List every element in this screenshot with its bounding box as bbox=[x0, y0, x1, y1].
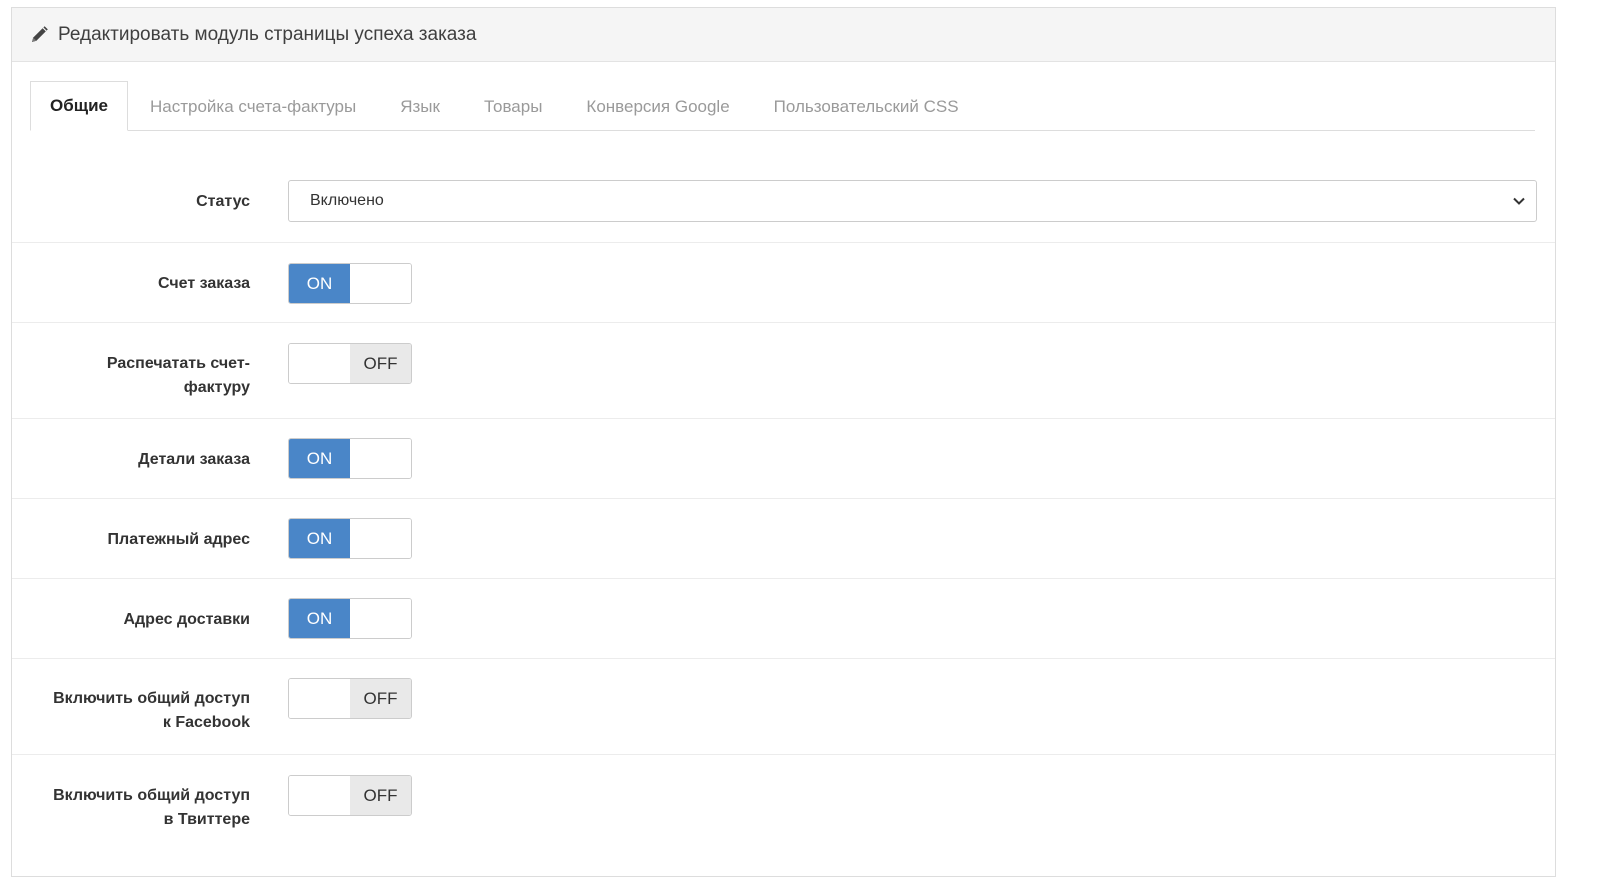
tab-products[interactable]: Товары bbox=[462, 82, 564, 130]
facebook-share-label-line2: к Facebook bbox=[162, 714, 250, 731]
form-row-order-details: Детали заказа ON bbox=[12, 419, 1555, 499]
toggle-on-segment: ON bbox=[289, 439, 350, 478]
twitter-share-label-line2: в Твиттере bbox=[163, 811, 250, 828]
shipping-address-toggle[interactable]: ON bbox=[288, 598, 412, 639]
tab-google-conversion[interactable]: Конверсия Google bbox=[564, 82, 751, 130]
print-invoice-label-line1: Распечатать счет- bbox=[106, 355, 250, 372]
form-row-billing-address: Платежный адрес ON bbox=[12, 499, 1555, 579]
status-select[interactable]: Включено bbox=[288, 180, 1537, 222]
billing-address-toggle[interactable]: ON bbox=[288, 518, 412, 559]
toggle-on-segment: ON bbox=[289, 599, 350, 638]
billing-address-label: Платежный адрес bbox=[12, 528, 250, 552]
order-account-toggle[interactable]: ON bbox=[288, 263, 412, 304]
module-edit-panel: Редактировать модуль страницы успеха зак… bbox=[11, 7, 1556, 877]
twitter-share-label: Включить общий доступ в Твиттере bbox=[12, 784, 250, 832]
form-rows: Статус Включено Счет заказа ON Распечата… bbox=[12, 158, 1555, 851]
toggle-on-segment: ON bbox=[289, 519, 350, 558]
twitter-share-label-line1: Включить общий доступ bbox=[53, 787, 250, 804]
toggle-blank-segment bbox=[289, 776, 350, 815]
billing-address-label-text: Платежный адрес bbox=[107, 531, 250, 548]
facebook-share-toggle[interactable]: OFF bbox=[288, 678, 412, 719]
toggle-on-segment: ON bbox=[289, 264, 350, 303]
facebook-share-label-line1: Включить общий доступ bbox=[53, 690, 250, 707]
order-details-label: Детали заказа bbox=[12, 448, 250, 472]
print-invoice-label-line2: фактуру bbox=[183, 379, 250, 396]
pencil-icon bbox=[30, 25, 48, 44]
page-title: Редактировать модуль страницы успеха зак… bbox=[58, 23, 477, 45]
twitter-share-toggle[interactable]: OFF bbox=[288, 775, 412, 816]
toggle-off-segment: OFF bbox=[350, 344, 411, 383]
chevron-down-icon bbox=[1512, 194, 1526, 208]
form-row-twitter-share: Включить общий доступ в Твиттере OFF bbox=[12, 755, 1555, 851]
print-invoice-toggle[interactable]: OFF bbox=[288, 343, 412, 384]
tab-custom-css[interactable]: Пользовательский CSS bbox=[752, 82, 981, 130]
toggle-off-segment: OFF bbox=[350, 679, 411, 718]
toggle-blank-segment bbox=[350, 599, 411, 638]
print-invoice-label: Распечатать счет- фактуру bbox=[12, 352, 250, 400]
toggle-blank-segment bbox=[289, 344, 350, 383]
order-details-toggle[interactable]: ON bbox=[288, 438, 412, 479]
form-row-print-invoice: Распечатать счет- фактуру OFF bbox=[12, 323, 1555, 419]
order-account-label-text: Счет заказа bbox=[158, 275, 250, 292]
tab-language[interactable]: Язык bbox=[378, 82, 462, 130]
panel-heading: Редактировать модуль страницы успеха зак… bbox=[12, 8, 1555, 62]
order-details-label-text: Детали заказа bbox=[138, 451, 250, 468]
form-row-order-account: Счет заказа ON bbox=[12, 243, 1555, 323]
tab-bar: Общие Настройка счета-фактуры Язык Товар… bbox=[30, 80, 1535, 131]
status-select-value: Включено bbox=[310, 192, 384, 209]
order-account-label: Счет заказа bbox=[12, 272, 250, 296]
toggle-blank-segment bbox=[350, 439, 411, 478]
toggle-blank-segment bbox=[289, 679, 350, 718]
form-row-status: Статус Включено bbox=[12, 158, 1555, 243]
form-row-facebook-share: Включить общий доступ к Facebook OFF bbox=[12, 659, 1555, 755]
shipping-address-label: Адрес доставки bbox=[12, 608, 250, 632]
toggle-off-segment: OFF bbox=[350, 776, 411, 815]
tab-general[interactable]: Общие bbox=[30, 81, 128, 131]
status-label: Статус bbox=[196, 193, 250, 210]
form-row-shipping-address: Адрес доставки ON bbox=[12, 579, 1555, 659]
shipping-address-label-text: Адрес доставки bbox=[123, 611, 250, 628]
facebook-share-label: Включить общий доступ к Facebook bbox=[12, 687, 250, 735]
toggle-blank-segment bbox=[350, 519, 411, 558]
toggle-blank-segment bbox=[350, 264, 411, 303]
tab-invoice-settings[interactable]: Настройка счета-фактуры bbox=[128, 82, 378, 130]
